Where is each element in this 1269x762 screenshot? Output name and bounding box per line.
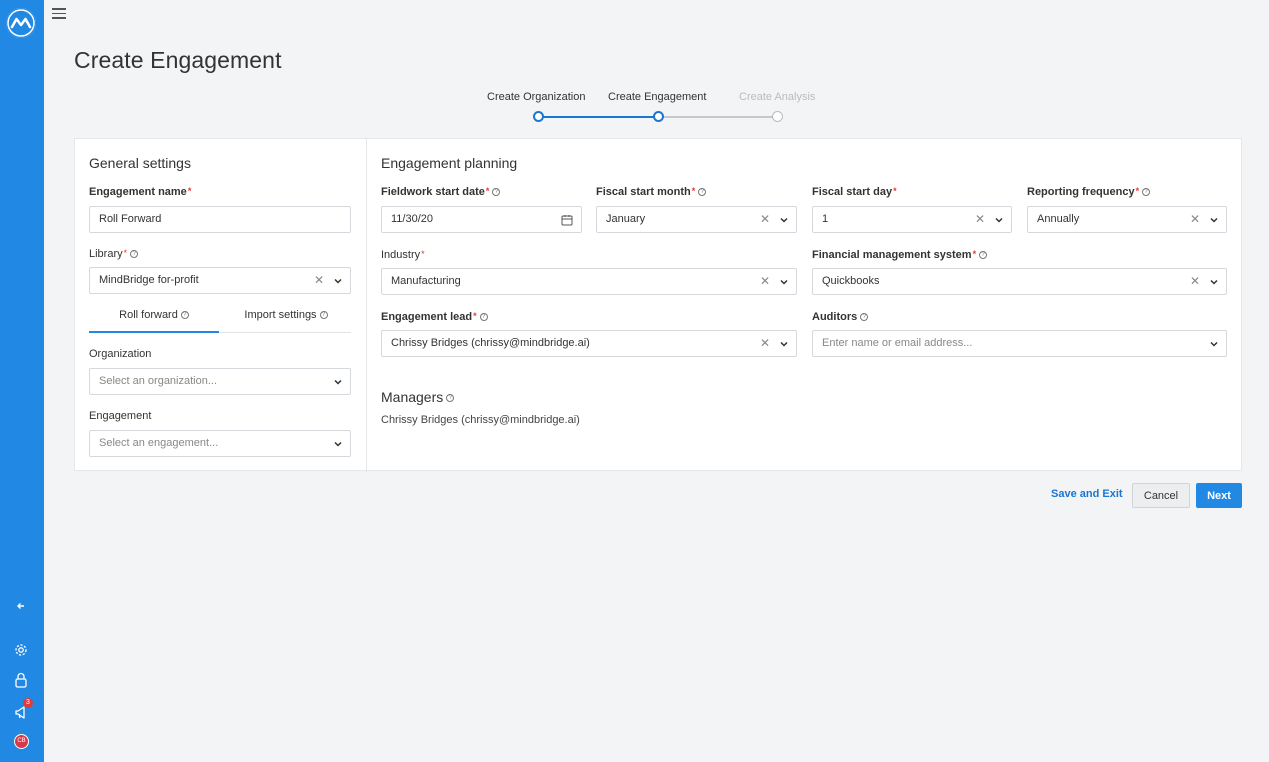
clear-icon[interactable]: ✕ xyxy=(760,207,770,232)
general-settings-title: General settings xyxy=(89,155,191,171)
gear-icon[interactable] xyxy=(11,640,31,660)
auditors-select[interactable]: Enter name or email address... xyxy=(812,330,1227,357)
engagement-lead-value: Chrissy Bridges (chrissy@mindbridge.ai) xyxy=(391,337,590,349)
tab-roll-forward[interactable]: Roll forward? xyxy=(89,309,219,333)
collapse-arrow-icon[interactable] xyxy=(11,596,31,616)
chevron-down-icon[interactable] xyxy=(780,216,788,224)
mindbridge-logo-icon[interactable] xyxy=(6,8,36,38)
engagement-lead-label: Engagement lead*? xyxy=(381,311,488,323)
help-icon: ? xyxy=(492,188,501,197)
chevron-down-icon[interactable] xyxy=(334,277,342,285)
engagement-name-input[interactable]: Roll Forward xyxy=(89,206,351,233)
help-icon: ? xyxy=(319,311,328,320)
reporting-frequency-select[interactable]: Annually ✕ xyxy=(1027,206,1227,233)
chevron-down-icon[interactable] xyxy=(1210,340,1218,348)
engagement-planning-title: Engagement planning xyxy=(381,155,518,171)
industry-label: Industry* xyxy=(381,249,425,261)
library-label: Library*? xyxy=(89,248,139,260)
lock-icon[interactable] xyxy=(11,670,31,690)
library-value: MindBridge for-profit xyxy=(99,274,199,286)
fiscal-start-month-select[interactable]: January ✕ xyxy=(596,206,797,233)
fieldwork-start-date-label: Fieldwork start date*? xyxy=(381,186,501,198)
help-icon: ? xyxy=(180,311,189,320)
clear-icon[interactable]: ✕ xyxy=(975,207,985,232)
chevron-down-icon[interactable] xyxy=(780,278,788,286)
engagement-name-label: Engagement name* xyxy=(89,186,192,198)
help-icon: ? xyxy=(1142,188,1151,197)
auditors-label: Auditors? xyxy=(812,311,869,323)
step-line-pending xyxy=(658,116,778,118)
calendar-icon[interactable] xyxy=(561,214,573,226)
help-icon: ? xyxy=(130,250,139,259)
chevron-down-icon[interactable] xyxy=(1210,278,1218,286)
industry-value: Manufacturing xyxy=(391,275,461,287)
help-icon: ? xyxy=(446,394,455,403)
auditors-placeholder: Enter name or email address... xyxy=(822,337,973,349)
save-and-exit-link[interactable]: Save and Exit xyxy=(1051,488,1123,500)
financial-management-system-select[interactable]: Quickbooks ✕ xyxy=(812,268,1227,295)
step-dot-1 xyxy=(533,111,544,122)
chevron-down-icon[interactable] xyxy=(780,340,788,348)
fiscal-start-month-value: January xyxy=(606,213,646,225)
page-title: Create Engagement xyxy=(74,47,282,73)
section-divider xyxy=(366,139,367,472)
fieldwork-start-date-input[interactable]: 11/30/20 xyxy=(381,206,582,233)
chevron-down-icon[interactable] xyxy=(1210,216,1218,224)
user-avatar[interactable]: CB xyxy=(14,734,29,749)
chevron-down-icon[interactable] xyxy=(334,440,342,448)
managers-title: Managers? xyxy=(381,389,455,405)
help-icon: ? xyxy=(698,188,707,197)
industry-select[interactable]: Manufacturing ✕ xyxy=(381,268,797,295)
organization-select[interactable]: Select an organization... xyxy=(89,368,351,395)
menu-icon[interactable] xyxy=(52,8,66,20)
step-line-complete xyxy=(543,116,658,118)
next-button[interactable]: Next xyxy=(1196,483,1242,508)
sidebar: 3 CB xyxy=(0,0,44,762)
engagement-select[interactable]: Select an engagement... xyxy=(89,430,351,457)
step-create-engagement: Create Engagement xyxy=(608,91,707,103)
notification-badge: 3 xyxy=(23,698,33,708)
engagement-form-card: General settings Engagement name* Roll F… xyxy=(74,138,1242,472)
help-icon: ? xyxy=(860,313,869,322)
managers-value: Chrissy Bridges (chrissy@mindbridge.ai) xyxy=(381,414,580,426)
financial-management-system-value: Quickbooks xyxy=(822,275,880,287)
fiscal-start-day-value: 1 xyxy=(822,213,829,225)
megaphone-icon[interactable]: 3 xyxy=(11,698,33,722)
organization-label: Organization xyxy=(89,348,152,360)
reporting-frequency-label: Reporting frequency*? xyxy=(1027,186,1151,198)
clear-icon[interactable]: ✕ xyxy=(314,268,324,293)
engagement-placeholder: Select an engagement... xyxy=(99,437,219,449)
reporting-frequency-value: Annually xyxy=(1037,213,1080,225)
step-dot-2 xyxy=(653,111,664,122)
step-dot-3 xyxy=(772,111,783,122)
clear-icon[interactable]: ✕ xyxy=(760,331,770,356)
clear-icon[interactable]: ✕ xyxy=(1190,269,1200,294)
fieldwork-start-date-value: 11/30/20 xyxy=(391,213,434,225)
progress-stepper: Create Organization Create Engagement Cr… xyxy=(470,90,840,130)
chevron-down-icon[interactable] xyxy=(334,378,342,386)
financial-management-system-label: Financial management system*? xyxy=(812,249,988,261)
engagement-lead-select[interactable]: Chrissy Bridges (chrissy@mindbridge.ai) … xyxy=(381,330,797,357)
clear-icon[interactable]: ✕ xyxy=(1190,207,1200,232)
chevron-down-icon[interactable] xyxy=(995,216,1003,224)
fiscal-start-month-label: Fiscal start month*? xyxy=(596,186,707,198)
step-create-organization: Create Organization xyxy=(487,91,586,103)
help-icon: ? xyxy=(979,251,988,260)
engagement-label: Engagement xyxy=(89,410,152,422)
fiscal-start-day-label: Fiscal start day* xyxy=(812,186,897,198)
cancel-button[interactable]: Cancel xyxy=(1132,483,1190,508)
organization-placeholder: Select an organization... xyxy=(99,375,218,387)
help-icon: ? xyxy=(479,313,488,322)
settings-tabs: Roll forward? Import settings? xyxy=(89,309,351,333)
library-select[interactable]: MindBridge for-profit ✕ xyxy=(89,267,351,294)
step-create-analysis: Create Analysis xyxy=(739,91,816,103)
tab-import-settings[interactable]: Import settings? xyxy=(221,309,351,332)
clear-icon[interactable]: ✕ xyxy=(760,269,770,294)
fiscal-start-day-select[interactable]: 1 ✕ xyxy=(812,206,1012,233)
